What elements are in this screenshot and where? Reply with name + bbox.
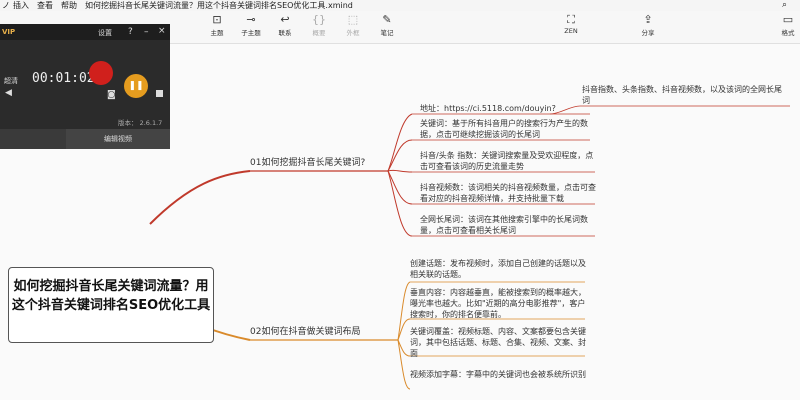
camera-icon[interactable]: ◙ [107, 90, 116, 100]
note-icon: ✎ [382, 13, 392, 26]
volume-icon[interactable]: ◀ [5, 88, 12, 98]
quality-label[interactable]: 超清 [4, 76, 18, 86]
format-button[interactable]: ▭ 格式 [776, 13, 800, 37]
braces-icon: {} [312, 13, 326, 26]
recording-timer: 00:01:02 [32, 71, 95, 86]
format-icon: ▭ [782, 13, 794, 26]
settings-button[interactable]: 设置 [98, 28, 112, 38]
branch2-item-3[interactable]: 关键词覆盖：视频标题、内容、文案都要包含关键词，其中包括话题、标题、合集、视频、… [410, 326, 588, 359]
branch2-item-2[interactable]: 垂直内容：内容越垂直，能被搜索到的概率越大，曝光率也越大。比如"近期的高分电影推… [410, 287, 588, 320]
topic-icon: ⊡ [212, 13, 222, 26]
stop-button[interactable] [156, 90, 163, 97]
branch1-item-3[interactable]: 抖音/头条 指数：关键词搜索量及受欢迎程度，点击可查看该词的历史流量走势 [420, 150, 598, 172]
help-button[interactable]: ? [128, 27, 133, 37]
branch2-title[interactable]: 02如何在抖音做关键词布局 [250, 327, 360, 338]
zen-button[interactable]: ⛶ ZEN [556, 13, 586, 35]
subtopic-icon: ⊸ [246, 13, 256, 26]
branch2-item-4[interactable]: 视频添加字幕：字幕中的关键词也会被系统所识别 [410, 369, 588, 380]
edit-video-button[interactable]: 编辑视频 [66, 129, 170, 149]
branch1-title[interactable]: 01如何挖掘抖音长尾关键词? [250, 158, 365, 169]
branch1-item-5[interactable]: 全网长尾词：该词在其他搜索引擎中的长尾词数量，点击可查看相关长尾词 [420, 214, 598, 236]
boundary-button[interactable]: {} 概要 [304, 13, 334, 37]
menu-insert[interactable]: 插入 [13, 0, 29, 11]
link-icon: ↩ [280, 13, 290, 26]
share-button[interactable]: ⇪ 分享 [633, 13, 663, 37]
menu-view[interactable]: 查看 [37, 0, 53, 11]
search-icon[interactable]: ⌕ [782, 0, 787, 11]
close-icon[interactable]: × [158, 26, 166, 36]
menu-bar: ノ 插入 查看 帮助 如何挖掘抖音长尾关键词流量？用这个抖音关键词排名SEO优化… [0, 0, 800, 11]
branch2-item-1[interactable]: 创建话题：发布视频时，添加自己创建的话题以及相关联的话题。 [410, 258, 588, 280]
branch1-item-2[interactable]: 关键词：基于所有抖音用户的搜索行为产生的数据，点击可继续挖掘该词的长尾词 [420, 118, 598, 140]
note-button[interactable]: ✎ 笔记 [372, 13, 402, 37]
fullscreen-icon: ⛶ [567, 13, 575, 26]
pause-button[interactable]: ❚❚ [124, 74, 148, 98]
topic-button[interactable]: ⊡ 主题 [202, 13, 232, 37]
subtopic-button[interactable]: ⊸ 子主题 [236, 13, 266, 37]
menu-item-m1[interactable]: ノ [2, 0, 10, 11]
screen-recorder-panel: VIP 设置 ? – × 超清 ◀ 00:01:02 ❚❚ ◙ 版本： 2.6.… [0, 24, 170, 149]
link-button[interactable]: ↩ 联系 [270, 13, 300, 37]
minimize-icon[interactable]: – [144, 27, 149, 37]
menu-help[interactable]: 帮助 [61, 0, 77, 11]
record-button[interactable] [89, 61, 113, 85]
branch1-top-note[interactable]: 抖音指数、头条指数、抖音视频数，以及该词的全网长尾词 [582, 84, 787, 106]
version-label: 版本： 2.6.1.7 [118, 119, 163, 127]
central-topic[interactable]: 如何挖掘抖音长尾关键词流量？用这个抖音关键词排名SEO优化工具 [8, 267, 214, 343]
share-icon: ⇪ [643, 13, 653, 26]
branch1-item-4[interactable]: 抖音视频数：该词相关的抖音视频数量，点击可查看对应的抖音视频详情，并支持批量下载 [420, 182, 598, 204]
branch1-item-1[interactable]: 地址：https://ci.5118.com/douyin? [420, 103, 590, 114]
document-title: 如何挖掘抖音长尾关键词流量？用这个抖音关键词排名SEO优化工具.xmind [85, 1, 353, 10]
vip-badge: VIP [2, 28, 16, 36]
outline-button[interactable]: ⬚ 外框 [338, 13, 368, 37]
dashed-box-icon: ⬚ [347, 13, 359, 26]
